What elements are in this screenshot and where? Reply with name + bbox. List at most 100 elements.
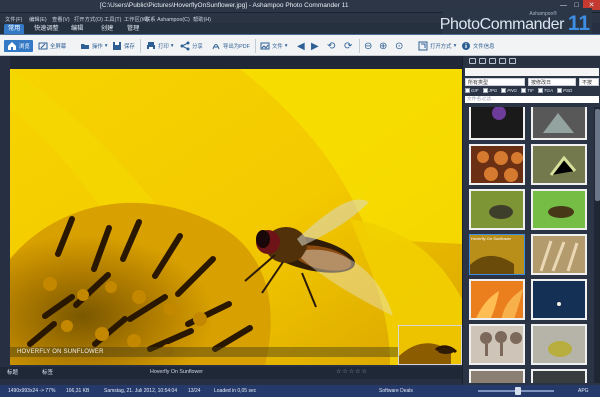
tab-manage[interactable]: 管理 bbox=[127, 24, 139, 34]
sort-order-select[interactable]: 不按 bbox=[579, 78, 599, 86]
thumbnail[interactable] bbox=[531, 234, 587, 275]
sort-select[interactable]: 按修改日 bbox=[528, 78, 576, 86]
panel-search-field[interactable] bbox=[465, 68, 599, 76]
scrollbar-thumb[interactable] bbox=[595, 109, 600, 201]
zoom-out-button[interactable]: ⊖ bbox=[364, 40, 372, 52]
thumbnail[interactable] bbox=[469, 369, 525, 383]
toolbar-separator bbox=[255, 39, 256, 53]
export-pdf-label: 导出为PDF bbox=[223, 44, 250, 50]
thumbnail[interactable] bbox=[531, 144, 587, 185]
folder-icon bbox=[80, 41, 90, 51]
tab-quick-adjust[interactable]: 快速调整 bbox=[34, 24, 59, 34]
save-button[interactable]: 保存 bbox=[112, 40, 135, 52]
zoom-out-icon: ⊖ bbox=[364, 40, 373, 52]
print-button[interactable]: 打印 ▾ bbox=[146, 40, 174, 52]
tag-toggle[interactable]: 标签 bbox=[42, 369, 53, 377]
menu-help[interactable]: 帮助(H) bbox=[193, 15, 211, 23]
forward-button[interactable]: ▶ bbox=[311, 40, 319, 52]
browse-button[interactable]: 浏览 bbox=[4, 40, 33, 52]
tab-home[interactable]: 常用 bbox=[4, 24, 25, 34]
png-checkbox[interactable]: PNG bbox=[501, 88, 517, 93]
browse-label: 浏览 bbox=[19, 44, 30, 50]
rotate-right-icon: ⟳ bbox=[344, 40, 353, 52]
tab-edit[interactable]: 编辑 bbox=[71, 24, 83, 34]
share-button[interactable]: 分享 bbox=[180, 40, 203, 52]
tif-checkbox[interactable]: TIF bbox=[521, 88, 534, 93]
settings-icon[interactable] bbox=[489, 58, 496, 64]
menu-open-with[interactable]: 打开方式(O) bbox=[74, 15, 103, 23]
list-icon[interactable] bbox=[499, 58, 506, 64]
share-label: 分享 bbox=[192, 44, 203, 50]
thumbnail[interactable] bbox=[469, 144, 525, 185]
open-with-button[interactable]: 打开方式 ▾ bbox=[418, 40, 456, 52]
menu-edit[interactable]: 编辑(E) bbox=[29, 15, 47, 23]
thumbnail[interactable] bbox=[469, 189, 525, 230]
jpg-checkbox[interactable]: JPG bbox=[482, 88, 497, 93]
software-deals-link[interactable]: Software Deals bbox=[379, 385, 413, 397]
brand-name: PhotoCommander bbox=[439, 16, 565, 33]
navigator-thumbnail[interactable] bbox=[398, 325, 462, 365]
file-type-checkboxes: GIF JPG PNG TIF TGA PSD bbox=[465, 88, 572, 93]
floppy-icon bbox=[112, 41, 122, 51]
folder-icon[interactable] bbox=[469, 58, 476, 64]
pdf-icon bbox=[211, 41, 221, 51]
image-counter: 13/24 bbox=[188, 388, 201, 394]
fullscreen-label: 全屏幕 bbox=[50, 44, 67, 50]
viewer-controls: 标题 标签 Hoverfly On Sunflower ☆☆☆☆☆ bbox=[0, 367, 462, 379]
zoom-in-button[interactable]: ⊕ bbox=[379, 40, 387, 52]
thumbnail[interactable] bbox=[469, 107, 525, 140]
operation-label: 操作 bbox=[92, 44, 103, 50]
gif-checkbox[interactable]: GIF bbox=[465, 88, 479, 93]
photo-commander-window: [C:\Users\Public\Pictures\HoverflyOnSunf… bbox=[0, 0, 600, 397]
panel-toolbar bbox=[463, 56, 600, 66]
toolbar-separator bbox=[359, 39, 360, 53]
thumbnail[interactable] bbox=[531, 324, 587, 365]
title-toggle[interactable]: 标题 bbox=[7, 369, 18, 377]
viewer-top-band bbox=[10, 56, 462, 69]
fullscreen-button[interactable]: 全屏幕 bbox=[38, 40, 66, 52]
image-viewer[interactable]: HOVERFLY ON SUNFLOWER bbox=[10, 69, 462, 365]
thumbnail[interactable] bbox=[531, 107, 587, 140]
tga-checkbox[interactable]: TGA bbox=[537, 88, 553, 93]
file-button[interactable]: 文件 ▾ bbox=[260, 40, 288, 52]
zoom-slider-thumb[interactable] bbox=[515, 387, 521, 395]
photo-caption: HOVERFLY ON SUNFLOWER bbox=[10, 347, 462, 357]
export-pdf-button[interactable]: 导出为PDF bbox=[211, 40, 250, 52]
menu-view[interactable]: 查看(V) bbox=[52, 15, 70, 23]
fit-button[interactable]: ⊙ bbox=[395, 40, 403, 52]
image-icon bbox=[260, 41, 270, 51]
info-icon bbox=[461, 41, 471, 51]
thumbnail[interactable] bbox=[531, 279, 587, 320]
rotate-right-button[interactable]: ⟳ bbox=[344, 40, 352, 52]
operation-button[interactable]: 操作 ▾ bbox=[80, 40, 108, 52]
file-label: 文件 bbox=[272, 44, 283, 50]
menu-file[interactable]: 文件(F) bbox=[5, 15, 22, 23]
open-with-label: 打开方式 bbox=[430, 44, 452, 50]
menu-tools[interactable]: 工具(T) bbox=[104, 15, 121, 23]
psd-checkbox[interactable]: PSD bbox=[557, 88, 572, 93]
file-size: 166,31 KB bbox=[66, 388, 90, 394]
thumbnail-scrollbar[interactable] bbox=[594, 107, 600, 383]
image-name: Hoverfly On Sunflower bbox=[150, 369, 203, 375]
thumbnail[interactable] bbox=[531, 189, 587, 230]
thumbnail-caption: Hoverfly On Sunflower bbox=[471, 236, 512, 241]
tab-create[interactable]: 创建 bbox=[101, 24, 113, 34]
thumbnail[interactable] bbox=[531, 369, 587, 383]
file-info-button[interactable]: 文件信息 bbox=[461, 40, 495, 52]
window-title: [C:\Users\Public\Pictures\HoverflyOnSunf… bbox=[100, 2, 349, 9]
file-browser-panel: 所有类型 按修改日 不按 GIF JPG PNG TIF TGA PSD 文件名… bbox=[462, 56, 600, 385]
thumbnail[interactable] bbox=[469, 324, 525, 365]
file-info-label: 文件信息 bbox=[473, 44, 495, 50]
type-select[interactable]: 所有类型 bbox=[465, 78, 525, 86]
file-date: Samstag, 21. Juli 2012, 10:54:04 bbox=[104, 388, 178, 394]
thumbnail[interactable] bbox=[469, 279, 525, 320]
grid-icon[interactable] bbox=[509, 58, 516, 64]
back-button[interactable]: ◀ bbox=[297, 40, 305, 52]
menu-contact[interactable]: 联系 Ashampoo(C) bbox=[145, 15, 190, 23]
rotate-left-button[interactable]: ⟲ bbox=[327, 40, 335, 52]
rating-stars[interactable]: ☆☆☆☆☆ bbox=[336, 368, 368, 375]
thumbnail-selected[interactable]: Hoverfly On Sunflower bbox=[469, 234, 525, 275]
filename-filter[interactable]: 文件名过滤... bbox=[465, 96, 599, 103]
copy-icon[interactable] bbox=[479, 58, 486, 64]
print-label: 打印 bbox=[158, 44, 169, 50]
